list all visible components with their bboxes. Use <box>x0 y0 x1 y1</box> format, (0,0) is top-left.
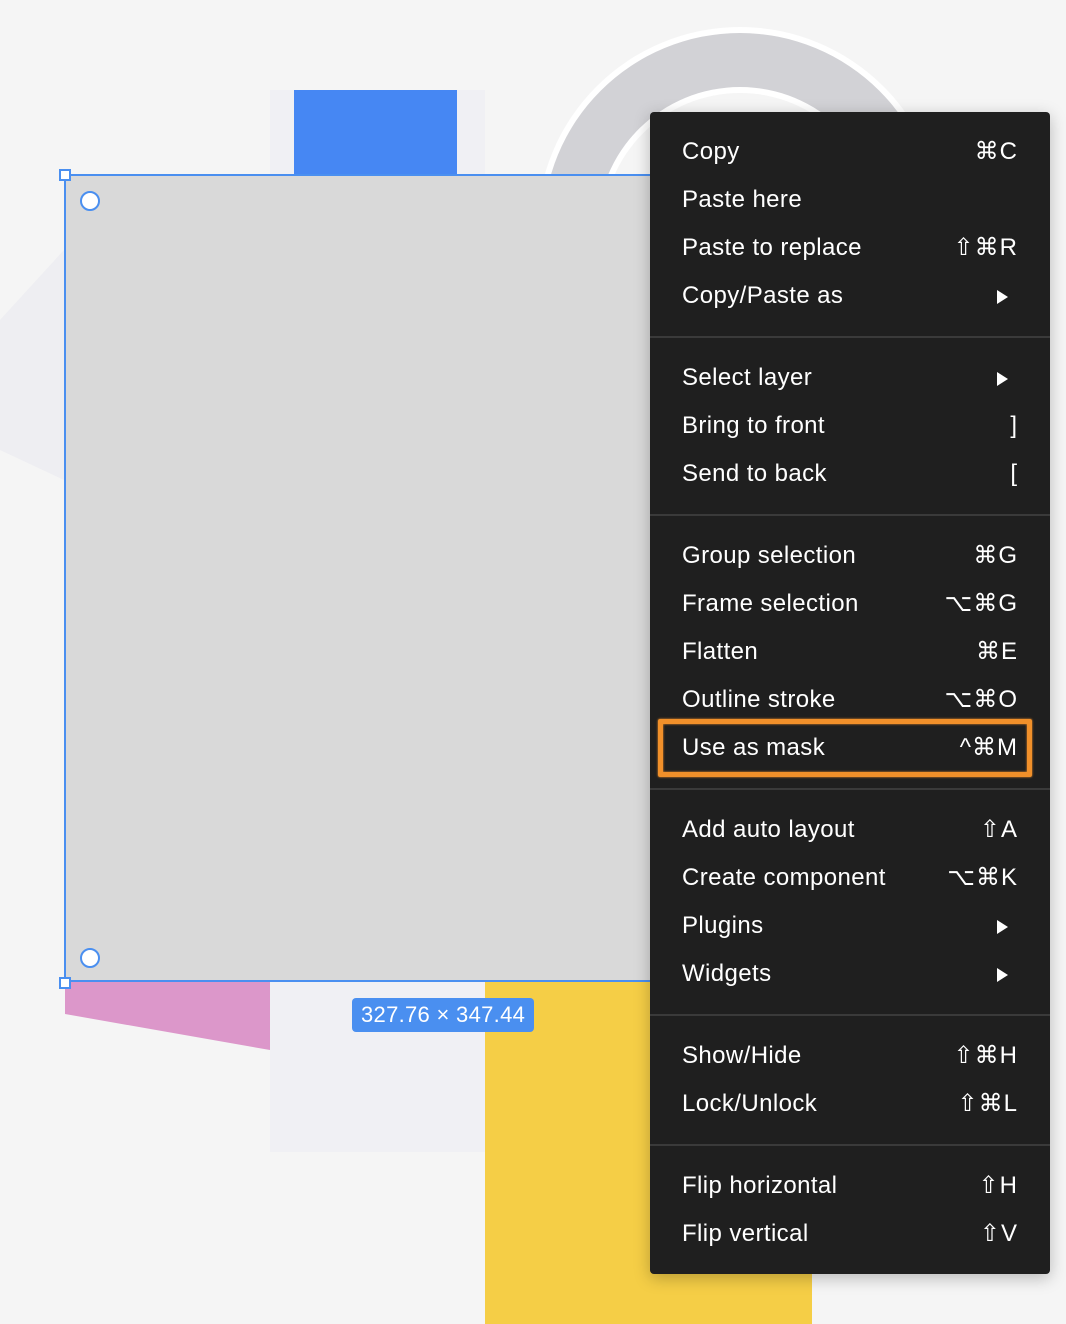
menu-item-add-auto-layout[interactable]: Add auto layout ⇧A <box>650 806 1050 854</box>
menu-item-label: Add auto layout <box>682 816 855 843</box>
submenu-arrow-icon <box>997 372 1008 386</box>
menu-item-shortcut: ⇧⌘L <box>957 1090 1018 1117</box>
menu-item-flatten[interactable]: Flatten ⌘E <box>650 628 1050 676</box>
blue-block-shape <box>294 90 457 176</box>
menu-item-show-hide[interactable]: Show/Hide ⇧⌘H <box>650 1032 1050 1080</box>
menu-item-label: Outline stroke <box>682 686 836 713</box>
menu-section-flip: Flip horizontal ⇧H Flip vertical ⇧V <box>650 1146 1050 1274</box>
menu-item-frame-selection[interactable]: Frame selection ⌥⌘G <box>650 580 1050 628</box>
menu-section-visibility: Show/Hide ⇧⌘H Lock/Unlock ⇧⌘L <box>650 1016 1050 1144</box>
menu-item-outline-stroke[interactable]: Outline stroke ⌥⌘O <box>650 676 1050 724</box>
menu-item-bring-to-front[interactable]: Bring to front ] <box>650 402 1050 450</box>
menu-item-copy-paste-as[interactable]: Copy/Paste as <box>650 272 1050 320</box>
submenu-arrow-icon <box>997 290 1008 304</box>
menu-section-arrange: Group selection ⌘G Frame selection ⌥⌘G F… <box>650 516 1050 788</box>
pale-diagonal-shape <box>0 250 64 480</box>
context-menu: Copy ⌘C Paste here Paste to replace ⇧⌘R … <box>650 112 1050 1274</box>
submenu-arrow-icon <box>997 920 1008 934</box>
menu-item-label: Frame selection <box>682 590 859 617</box>
menu-item-label: Show/Hide <box>682 1042 802 1069</box>
menu-section-clipboard: Copy ⌘C Paste here Paste to replace ⇧⌘R … <box>650 112 1050 336</box>
submenu-arrow-icon <box>997 968 1008 982</box>
menu-item-shortcut: ⌥⌘G <box>944 590 1018 617</box>
selected-rectangle[interactable] <box>64 174 664 982</box>
menu-item-label: Create component <box>682 864 886 891</box>
menu-item-select-layer[interactable]: Select layer <box>650 354 1050 402</box>
menu-item-create-component[interactable]: Create component ⌥⌘K <box>650 854 1050 902</box>
menu-item-label: Copy/Paste as <box>682 282 844 309</box>
menu-item-shortcut: ⌥⌘O <box>944 686 1018 713</box>
menu-item-flip-horizontal[interactable]: Flip horizontal ⇧H <box>650 1162 1050 1210</box>
menu-item-shortcut: ⌘C <box>974 138 1018 165</box>
menu-item-flip-vertical[interactable]: Flip vertical ⇧V <box>650 1210 1050 1258</box>
resize-handle-bottom-left[interactable] <box>59 977 71 989</box>
menu-item-shortcut: ⇧⌘R <box>953 234 1018 261</box>
menu-item-label: Paste to replace <box>682 234 862 261</box>
menu-section-components: Add auto layout ⇧A Create component ⌥⌘K … <box>650 790 1050 1014</box>
menu-item-paste-here[interactable]: Paste here <box>650 176 1050 224</box>
menu-item-shortcut: ⌘E <box>975 638 1018 665</box>
resize-handle-top-left[interactable] <box>59 169 71 181</box>
menu-item-label: Flatten <box>682 638 759 665</box>
menu-item-label: Copy <box>682 138 740 165</box>
menu-item-paste-to-replace[interactable]: Paste to replace ⇧⌘R <box>650 224 1050 272</box>
menu-item-shortcut: [ <box>1010 460 1018 487</box>
menu-item-label: Plugins <box>682 912 764 939</box>
pink-shape <box>65 980 270 1050</box>
menu-item-label: Flip horizontal <box>682 1172 838 1199</box>
menu-item-copy[interactable]: Copy ⌘C <box>650 128 1050 176</box>
dimensions-badge: 327.76 × 347.44 <box>352 998 535 1032</box>
menu-item-label: Widgets <box>682 960 772 987</box>
menu-item-label: Flip vertical <box>682 1220 809 1247</box>
menu-item-label: Select layer <box>682 364 813 391</box>
menu-item-lock-unlock[interactable]: Lock/Unlock ⇧⌘L <box>650 1080 1050 1128</box>
menu-item-use-as-mask[interactable]: Use as mask ^⌘M <box>650 719 1050 777</box>
highlight-annotation-box <box>658 719 1032 777</box>
menu-item-send-to-back[interactable]: Send to back [ <box>650 450 1050 498</box>
corner-radius-handle-top[interactable] <box>80 191 100 211</box>
menu-item-shortcut: ⇧⌘H <box>953 1042 1018 1069</box>
menu-item-group-selection[interactable]: Group selection ⌘G <box>650 532 1050 580</box>
menu-item-label: Paste here <box>682 186 803 213</box>
menu-item-shortcut: ⇧A <box>979 816 1018 843</box>
menu-item-label: Bring to front <box>682 412 826 439</box>
menu-item-label: Group selection <box>682 542 857 569</box>
menu-item-label: Send to back <box>682 460 827 487</box>
menu-item-shortcut: ⇧H <box>978 1172 1018 1199</box>
menu-item-widgets[interactable]: Widgets <box>650 950 1050 998</box>
corner-radius-handle-bottom[interactable] <box>80 948 100 968</box>
menu-item-shortcut: ] <box>1010 412 1018 439</box>
menu-item-shortcut: ⌘G <box>973 542 1018 569</box>
menu-item-label: Lock/Unlock <box>682 1090 818 1117</box>
menu-item-plugins[interactable]: Plugins <box>650 902 1050 950</box>
menu-item-shortcut: ⌥⌘K <box>947 864 1018 891</box>
menu-section-layer: Select layer Bring to front ] Send to ba… <box>650 338 1050 514</box>
menu-item-shortcut: ⇧V <box>979 1220 1018 1247</box>
